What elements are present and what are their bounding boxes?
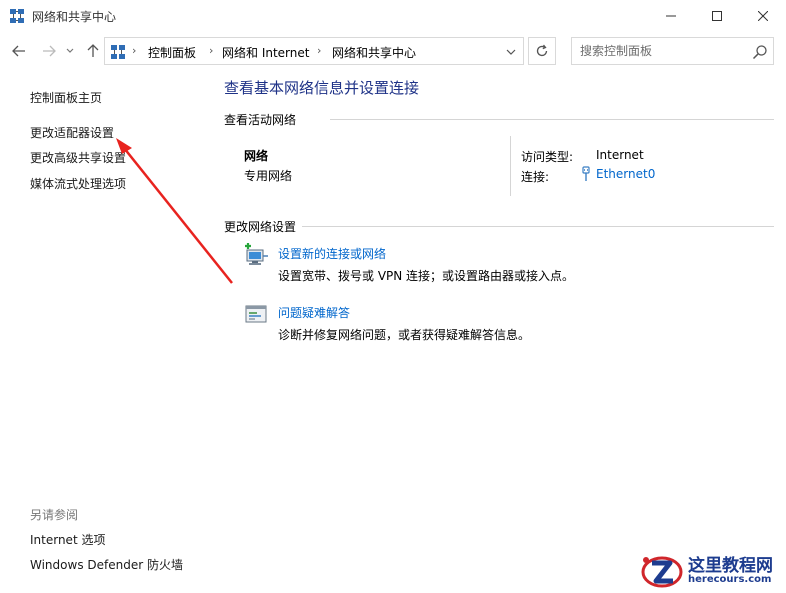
navigation-bar: › 控制面板 › 网络和 Internet › 网络和共享中心	[0, 32, 786, 70]
search-box[interactable]	[571, 37, 774, 65]
access-type-value: Internet	[596, 148, 644, 162]
sidebar-link-change-adapter-settings[interactable]: 更改适配器设置	[30, 124, 114, 141]
title-bar: 网络和共享中心	[0, 0, 786, 32]
breadcrumb-control-panel[interactable]: 控制面板	[148, 44, 196, 61]
search-input[interactable]	[572, 38, 742, 64]
sidebar-link-control-panel-home[interactable]: 控制面板主页	[30, 89, 102, 106]
network-icon	[10, 9, 24, 23]
section-divider	[330, 119, 774, 120]
see-also-internet-options[interactable]: Internet 选项	[30, 531, 105, 548]
troubleshoot-problems-link[interactable]: 问题疑难解答	[278, 304, 350, 321]
see-also-heading: 另请参阅	[30, 508, 79, 522]
minimize-button[interactable]	[648, 0, 694, 32]
close-icon	[758, 11, 768, 21]
network-name: 网络	[244, 149, 269, 163]
watermark-text: 这里教程网	[688, 556, 773, 576]
forward-button[interactable]	[40, 42, 58, 60]
new-connection-icon	[245, 243, 268, 265]
arrow-left-icon	[12, 45, 25, 57]
chevron-down-icon	[506, 49, 516, 55]
search-icon[interactable]	[752, 44, 768, 60]
network-type: 专用网络	[244, 169, 293, 183]
active-networks-heading: 查看活动网络	[224, 113, 297, 127]
window-title: 网络和共享中心	[32, 10, 117, 24]
chevron-right-icon[interactable]: ›	[209, 44, 213, 57]
access-type-label: 访问类型:	[521, 150, 574, 164]
chevron-down-icon	[66, 48, 74, 53]
sidebar-link-change-advanced-sharing[interactable]: 更改高级共享设置	[30, 149, 126, 166]
change-settings-heading: 更改网络设置	[224, 220, 297, 234]
troubleshoot-problems-description: 诊断并修复网络问题，或者获得疑难解答信息。	[278, 328, 531, 342]
address-dropdown-button[interactable]	[503, 44, 519, 60]
close-button[interactable]	[740, 0, 786, 32]
arrow-up-icon	[87, 44, 99, 57]
network-icon	[111, 45, 125, 59]
breadcrumb-network-internet[interactable]: 网络和 Internet	[222, 44, 309, 61]
ethernet-connection-link[interactable]: Ethernet0	[596, 167, 655, 181]
watermark-logo-icon	[641, 556, 683, 588]
maximize-button[interactable]	[694, 0, 740, 32]
arrow-right-icon	[43, 45, 56, 57]
address-bar[interactable]: › 控制面板 › 网络和 Internet › 网络和共享中心	[104, 37, 524, 65]
setup-new-connection-link[interactable]: 设置新的连接或网络	[278, 245, 386, 262]
watermark-url: herecours.com	[688, 574, 772, 585]
minimize-icon	[666, 15, 676, 17]
see-also-windows-defender-firewall[interactable]: Windows Defender 防火墙	[30, 556, 183, 573]
connection-label: 连接:	[521, 170, 550, 184]
ethernet-icon	[582, 166, 590, 181]
chevron-right-icon[interactable]: ›	[317, 44, 321, 57]
back-button[interactable]	[10, 42, 28, 60]
sidebar-link-media-streaming[interactable]: 媒体流式处理选项	[30, 175, 126, 192]
chevron-right-icon[interactable]: ›	[132, 44, 136, 57]
refresh-button[interactable]	[528, 37, 556, 65]
up-button[interactable]	[84, 42, 102, 60]
watermark: 这里教程网 herecours.com	[640, 547, 786, 593]
recent-locations-button[interactable]	[64, 42, 76, 60]
troubleshoot-icon	[245, 305, 267, 323]
refresh-icon	[536, 44, 548, 57]
section-divider	[302, 226, 774, 227]
breadcrumb-network-sharing-center[interactable]: 网络和共享中心	[332, 44, 416, 61]
setup-new-connection-description: 设置宽带、拨号或 VPN 连接；或设置路由器或接入点。	[278, 269, 575, 283]
page-title: 查看基本网络信息并设置连接	[224, 79, 420, 97]
network-info-divider	[510, 136, 511, 196]
maximize-icon	[712, 11, 722, 21]
